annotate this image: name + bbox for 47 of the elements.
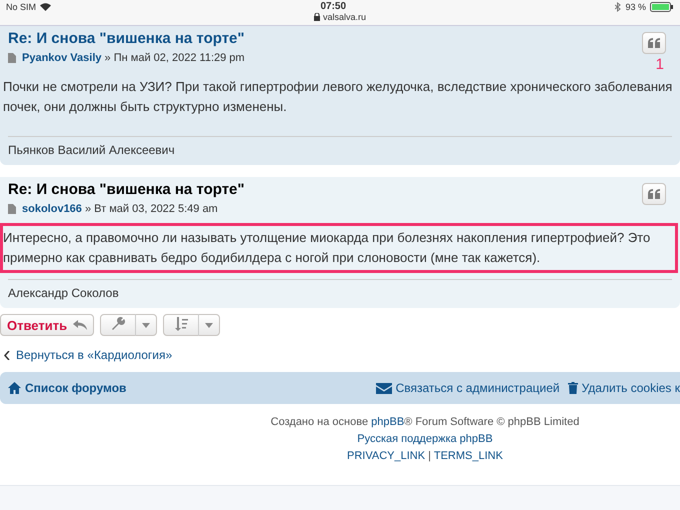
terms-link[interactable]: TERMS_LINK	[434, 450, 503, 462]
post-signature: Александр Соколов	[8, 279, 672, 300]
support-link[interactable]: Русская поддержка phpBB	[357, 433, 493, 445]
post-content: Почки не смотрели на УЗИ? При такой гипертрофии левого желудочка, вследствие хронического заболевания почек, они должны быть структурно изменены.	[2, 78, 674, 116]
document-icon	[8, 53, 16, 63]
link-separator: |	[427, 450, 432, 462]
reply-arrow-icon	[73, 320, 88, 330]
envelope-icon	[376, 382, 392, 394]
quote-icon	[648, 189, 660, 199]
bluetooth-icon	[615, 2, 622, 12]
tools-dropdown[interactable]	[100, 314, 158, 336]
reply-button[interactable]: Ответить	[0, 314, 94, 336]
post-date: » Вт май 03, 2022 5:49 am	[84, 203, 218, 215]
credit-text: Создано на основе phpBB® Forum Software © phpBB Limited	[270, 415, 580, 430]
document-icon	[8, 204, 16, 214]
carrier-label: No SIM	[6, 2, 36, 12]
post-title: Re: И снова "вишенка на торте"	[8, 181, 245, 198]
annotation-number: 1	[656, 56, 664, 73]
post-title-link[interactable]: Re: И снова "вишенка на торте"	[8, 30, 245, 47]
wrench-icon	[111, 316, 126, 330]
post-content: Интересно, а правомочно ли называть утолщение миокарда при болезнях накопления гипертрофией? Это примерно как сравнивать бедро бодибилдера с ногой при слоновости (мне так кажется).	[0, 223, 678, 273]
forum-index-link[interactable]: Список форумов	[8, 381, 126, 395]
wifi-icon	[40, 2, 52, 10]
trash-icon	[568, 382, 578, 394]
caret-icon	[142, 322, 150, 328]
quote-button[interactable]	[642, 32, 666, 54]
sort-dropdown[interactable]	[163, 314, 220, 336]
quote-icon	[648, 38, 660, 48]
clock: 07:50	[320, 1, 346, 12]
address-bar-url: valsalva.ru	[322, 12, 366, 22]
battery-percent: 93 %	[625, 2, 646, 12]
author-link[interactable]: sokolov166	[22, 203, 82, 215]
author-link[interactable]: Pyankov Vasily	[22, 52, 102, 64]
back-link[interactable]: Вернуться в «Кардиология»	[16, 348, 172, 362]
delete-cookies-link[interactable]: Удалить cookies к	[568, 381, 680, 395]
chevron-left-icon	[4, 350, 10, 360]
sort-icon	[174, 316, 188, 330]
battery-icon	[650, 2, 674, 12]
caret-icon	[205, 322, 214, 328]
quote-button[interactable]	[642, 183, 666, 205]
contact-link[interactable]: Связаться с администрацией	[376, 381, 560, 395]
phpbb-link[interactable]: phpBB	[371, 416, 404, 428]
post-date: » Пн май 02, 2022 11:29 pm	[104, 52, 245, 64]
privacy-link[interactable]: PRIVACY_LINK	[347, 450, 426, 462]
home-icon	[8, 382, 21, 394]
post-signature: Пьянков Василий Алексеевич	[8, 136, 672, 157]
lock-icon	[314, 13, 320, 21]
